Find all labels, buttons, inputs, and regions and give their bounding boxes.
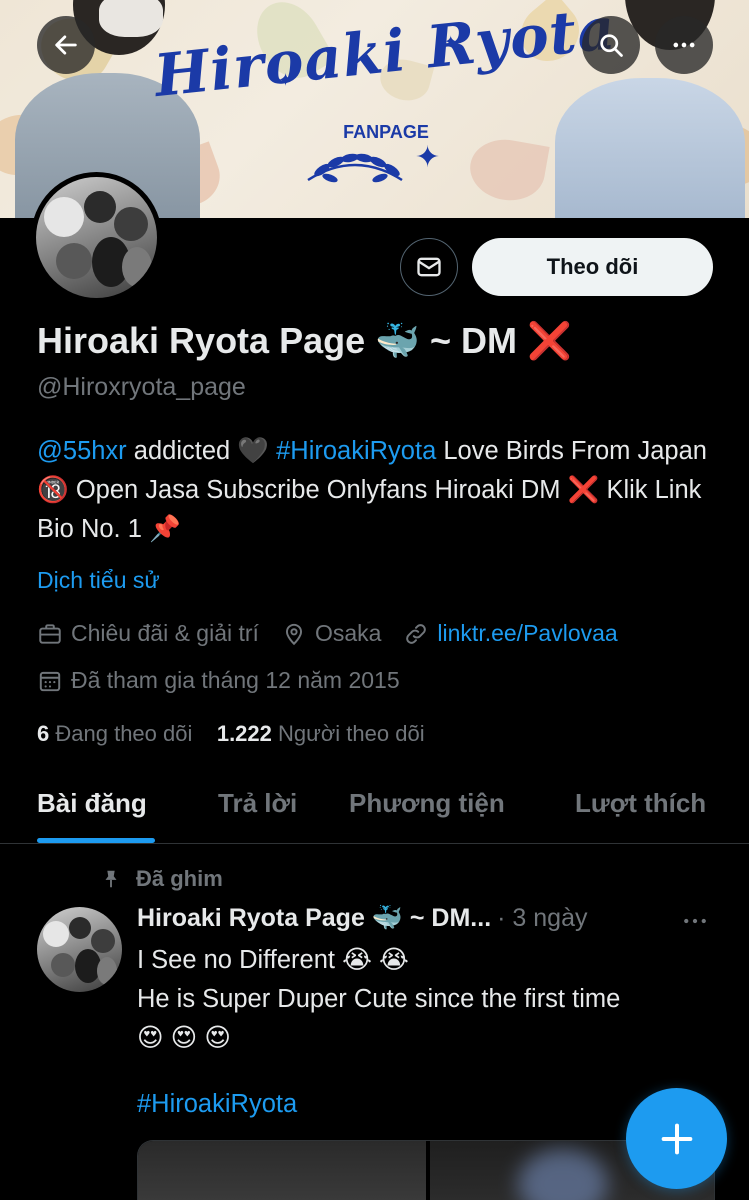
profile-bio: @55hxr addicted 🖤 #HiroakiRyota Love Bir… <box>37 432 727 549</box>
profile-tabs: Bài đăng Trả lời Phương tiện Lượt thích <box>0 778 749 844</box>
more-button[interactable] <box>655 16 713 74</box>
more-horizontal-icon <box>684 918 706 924</box>
following-count: 6 <box>37 721 50 746</box>
post-more-button[interactable] <box>680 906 710 941</box>
search-button[interactable] <box>582 16 640 74</box>
post-author-name[interactable]: Hiroaki Ryota Page 🐳 ~ DM... <box>137 904 491 933</box>
sparkle-icon: ✦ <box>278 70 294 90</box>
post-body: I See no Different 😭 😭 He is Super Duper… <box>137 941 717 1058</box>
tab-replies[interactable]: Trả lời <box>218 788 297 819</box>
bio-hashtag-link[interactable]: #HiroakiRyota <box>276 437 436 465</box>
back-button[interactable] <box>37 16 95 74</box>
follow-button[interactable]: Theo dõi <box>472 238 713 296</box>
profile-handle: @Hiroxryota_page <box>37 373 246 401</box>
post-line: 😍 😍 😍 <box>137 1024 231 1052</box>
post-line: I See no Different 😭 😭 <box>137 946 409 974</box>
leaf-decoration <box>465 133 550 207</box>
location-pin-icon <box>285 623 302 645</box>
profile-avatar[interactable] <box>31 172 162 303</box>
post-line: He is Super Duper Cute since the first t… <box>137 985 621 1013</box>
translate-bio-link[interactable]: Dịch tiểu sử <box>37 567 160 594</box>
arrow-left-icon <box>55 35 77 55</box>
post-hashtag-link[interactable]: #HiroakiRyota <box>137 1090 297 1119</box>
plus-icon <box>661 1123 692 1154</box>
followers-label: Người theo dõi <box>278 721 425 746</box>
banner-title: Hiroaki Ryota <box>151 0 619 111</box>
compose-button[interactable] <box>626 1088 727 1189</box>
followers-link[interactable]: 1.222 Người theo dõi <box>217 721 425 746</box>
location-text: Osaka <box>314 620 382 646</box>
calendar-icon <box>39 671 61 691</box>
tab-posts[interactable]: Bài đăng <box>37 788 147 819</box>
pinned-indicator: Đã ghim <box>100 866 223 892</box>
avatar-image <box>36 177 157 298</box>
post-media-image[interactable] <box>138 1141 426 1200</box>
website-item[interactable]: linktr.ee/Pavlovaa <box>403 620 618 647</box>
sparkle-icon: ✦ <box>415 141 441 174</box>
sparkle-icon: ✦ <box>444 34 458 51</box>
joined-row: Đã tham gia tháng 12 năm 2015 <box>37 667 422 694</box>
website-link[interactable]: linktr.ee/Pavlovaa <box>437 620 617 647</box>
post-author-avatar[interactable] <box>37 907 122 992</box>
category-item: Chiêu đãi & giải trí <box>37 620 259 647</box>
joined-item: Đã tham gia tháng 12 năm 2015 <box>37 667 400 694</box>
message-button[interactable] <box>400 238 458 296</box>
more-horizontal-icon <box>673 42 695 48</box>
profile-meta-row: Chiêu đãi & giải trí Osaka linktr.ee/Pav… <box>37 620 640 647</box>
search-icon <box>600 34 623 57</box>
pinned-label: Đã ghim <box>136 866 223 891</box>
pin-icon <box>105 870 117 888</box>
follow-counts: 6 Đang theo dõi 1.222 Người theo dõi <box>37 721 425 747</box>
bio-text: addicted 🖤 <box>126 437 277 465</box>
followers-count: 1.222 <box>216 721 272 746</box>
location-item: Osaka <box>281 620 381 647</box>
briefcase-icon <box>39 623 61 644</box>
mail-icon <box>417 257 441 277</box>
category-text: Chiêu đãi & giải trí <box>71 620 259 646</box>
bio-mention-link[interactable]: @55hxr <box>37 437 127 465</box>
tab-likes[interactable]: Lượt thích <box>575 788 706 819</box>
post-header: Hiroaki Ryota Page 🐳 ~ DM... · 3 ngày <box>137 904 587 933</box>
profile-display-name: Hiroaki Ryota Page 🐳 ~ DM ❌ <box>37 320 572 361</box>
active-tab-indicator <box>37 838 155 843</box>
following-link[interactable]: 6 Đang theo dõi <box>37 721 192 746</box>
following-label: Đang theo dõi <box>55 721 193 746</box>
link-icon <box>406 623 427 644</box>
banner-person-right <box>555 0 745 218</box>
joined-text: Đã tham gia tháng 12 năm 2015 <box>71 667 400 693</box>
tab-media[interactable]: Phương tiện <box>349 788 505 819</box>
post-timestamp[interactable]: · 3 ngày <box>497 904 587 933</box>
wreath-icon <box>307 153 403 183</box>
